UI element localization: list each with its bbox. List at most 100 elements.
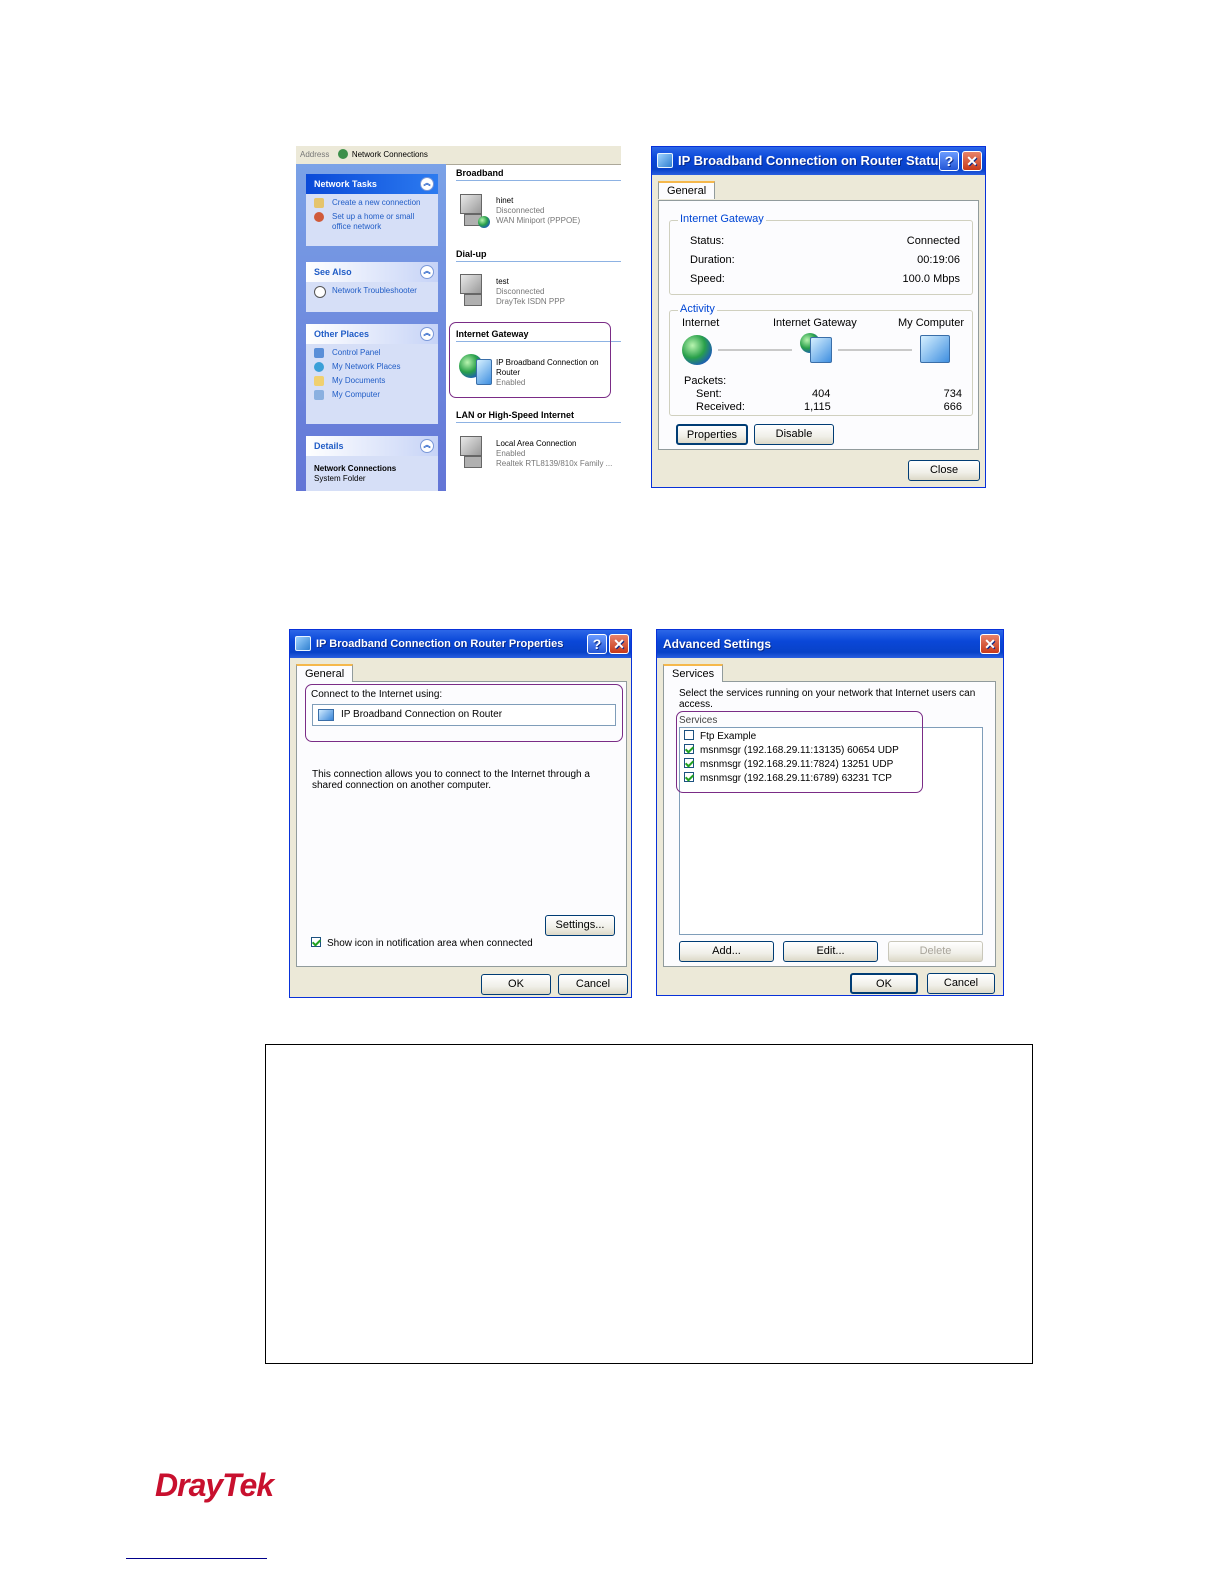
- collapse-chevron-icon[interactable]: ︽: [420, 265, 434, 279]
- packets-label: Packets:: [684, 375, 727, 387]
- sent-label: Sent:: [696, 388, 722, 400]
- tab-general[interactable]: General: [658, 181, 716, 199]
- gateway-group-title: Internet Gateway: [678, 213, 766, 225]
- services-intro: Select the services running on your netw…: [679, 688, 976, 710]
- broadband-connection-icon: [458, 194, 490, 228]
- collapse-chevron-icon[interactable]: ︽: [420, 177, 434, 191]
- home-network-link[interactable]: Set up a home or small office network: [306, 212, 438, 232]
- my-computer-icon: [920, 335, 950, 363]
- activity-line: [838, 349, 912, 351]
- connection-test[interactable]: test Disconnected DrayTek ISDN PPP: [496, 277, 565, 307]
- show-icon-option[interactable]: Show icon in notification area when conn…: [311, 937, 533, 949]
- home-network-icon: [314, 212, 324, 222]
- info-icon: [314, 286, 326, 298]
- activity-group-title: Activity: [678, 303, 717, 315]
- help-button[interactable]: ?: [939, 151, 959, 171]
- address-value[interactable]: Network Connections: [352, 150, 428, 159]
- col-internet: Internet: [682, 317, 720, 329]
- sent-computer: 734: [943, 388, 962, 400]
- footer-rule: [126, 1558, 267, 1559]
- see-also-box: See Also ︽ Network Troubleshooter: [306, 262, 438, 312]
- connection-icon: [295, 636, 311, 651]
- cancel-button[interactable]: Cancel: [558, 974, 628, 995]
- status-dialog-title: IP Broadband Connection on Router Status: [678, 153, 946, 168]
- ok-button[interactable]: OK: [850, 973, 918, 994]
- help-button[interactable]: ?: [587, 634, 607, 654]
- status-dialog: IP Broadband Connection on Router Status…: [651, 146, 986, 488]
- speed-label: Speed:: [690, 273, 725, 285]
- advanced-dialog-titlebar[interactable]: Advanced Settings ✕: [657, 630, 1003, 658]
- address-bar: Address Network Connections: [296, 146, 621, 165]
- folder-icon: [314, 376, 324, 386]
- connection-description: This connection allows you to connect to…: [312, 769, 590, 791]
- my-network-places-link[interactable]: My Network Places: [306, 362, 438, 372]
- delete-button: Delete: [888, 941, 983, 962]
- properties-dialog-titlebar[interactable]: IP Broadband Connection on Router Proper…: [290, 630, 631, 658]
- services-highlight: [676, 711, 923, 793]
- computer-icon: [314, 390, 324, 400]
- gateway-group: Internet Gateway Status: Connected Durat…: [669, 213, 973, 295]
- properties-dialog-title: IP Broadband Connection on Router Proper…: [316, 638, 564, 650]
- troubleshooter-link[interactable]: Network Troubleshooter: [306, 286, 438, 298]
- connection-hinet[interactable]: hinet Disconnected WAN Miniport (PPPOE): [496, 196, 580, 226]
- tab-services[interactable]: Services: [663, 664, 724, 682]
- received-computer: 666: [943, 401, 962, 413]
- col-gateway: Internet Gateway: [773, 317, 857, 329]
- ok-button[interactable]: OK: [481, 974, 551, 995]
- details-box: Details ︽ Network Connections System Fold…: [306, 436, 438, 491]
- close-icon[interactable]: ✕: [962, 151, 982, 171]
- note-box: [265, 1044, 1033, 1364]
- address-label: Address: [300, 150, 330, 159]
- collapse-chevron-icon[interactable]: ︽: [420, 439, 434, 453]
- received-gateway: 1,115: [804, 401, 831, 413]
- show-icon-checkbox[interactable]: [311, 937, 321, 947]
- task-pane: Network Tasks ︽ Create a new connection S…: [296, 164, 446, 491]
- duration-label: Duration:: [690, 254, 735, 266]
- connection-lan[interactable]: Local Area Connection Enabled Realtek RT…: [496, 439, 612, 469]
- activity-line: [718, 349, 792, 351]
- details-header[interactable]: Details ︽: [306, 436, 438, 456]
- network-connections-window: Address Network Connections Network Task…: [296, 146, 621, 491]
- col-computer: My Computer: [897, 317, 964, 329]
- disable-button[interactable]: Disable: [754, 424, 834, 445]
- draytek-logo: DrayTek: [155, 1467, 274, 1503]
- tab-general[interactable]: General: [296, 664, 354, 682]
- details-type: System Folder: [314, 474, 366, 483]
- control-panel-icon: [314, 348, 324, 358]
- my-computer-link[interactable]: My Computer: [306, 390, 438, 400]
- lan-connection-icon: [458, 436, 484, 468]
- duration-value: 00:19:06: [917, 254, 960, 266]
- add-button[interactable]: Add...: [679, 941, 774, 962]
- received-label: Received:: [696, 401, 745, 413]
- create-connection-link[interactable]: Create a new connection: [306, 198, 438, 208]
- gateway-highlight: [449, 322, 611, 398]
- settings-button[interactable]: Settings...: [545, 915, 615, 936]
- other-places-header[interactable]: Other Places ︽: [306, 324, 438, 344]
- my-documents-link[interactable]: My Documents: [306, 376, 438, 386]
- close-icon[interactable]: ✕: [609, 634, 629, 654]
- connect-highlight: [305, 684, 623, 742]
- collapse-chevron-icon[interactable]: ︽: [420, 327, 434, 341]
- network-places-icon: [314, 362, 324, 372]
- edit-button[interactable]: Edit...: [783, 941, 878, 962]
- advanced-settings-dialog: Advanced Settings ✕ Services Select the …: [656, 629, 1004, 996]
- close-button[interactable]: Close: [908, 460, 980, 481]
- network-tasks-box: Network Tasks ︽ Create a new connection S…: [306, 174, 438, 246]
- category-dialup: Dial-up: [456, 249, 621, 262]
- status-value: Connected: [906, 235, 960, 247]
- show-icon-label: Show icon in notification area when conn…: [327, 938, 533, 949]
- close-icon[interactable]: ✕: [980, 634, 1000, 654]
- details-name: Network Connections: [314, 464, 397, 473]
- network-tasks-header[interactable]: Network Tasks ︽: [306, 174, 438, 194]
- cancel-button[interactable]: Cancel: [927, 973, 995, 994]
- properties-button[interactable]: Properties: [676, 424, 748, 445]
- activity-group: Activity Internet Internet Gateway My Co…: [669, 303, 973, 416]
- advanced-dialog-title: Advanced Settings: [663, 637, 772, 651]
- see-also-header[interactable]: See Also ︽: [306, 262, 438, 282]
- control-panel-link[interactable]: Control Panel: [306, 348, 438, 358]
- status-panel: Internet Gateway Status: Connected Durat…: [658, 200, 979, 450]
- category-lan: LAN or High-Speed Internet: [456, 410, 621, 423]
- status-dialog-titlebar[interactable]: IP Broadband Connection on Router Status…: [652, 147, 985, 175]
- category-broadband: Broadband: [456, 168, 621, 181]
- other-places-box: Other Places ︽ Control Panel My Network P…: [306, 324, 438, 424]
